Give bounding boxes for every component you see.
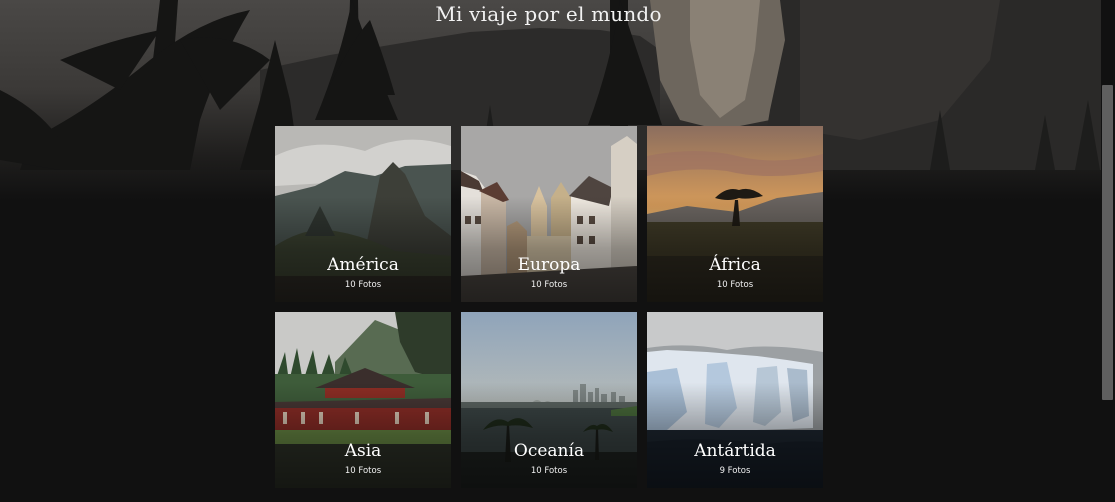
gallery-card-america[interactable]: América 10 Fotos [275,126,451,302]
card-title: Oceanía [513,441,585,461]
gallery-card-oceania[interactable]: Oceanía 10 Fotos [461,312,637,488]
card-photo-count: 10 Fotos [344,280,382,290]
gallery-card-asia[interactable]: Asia 10 Fotos [275,312,451,488]
card-photo-count: 10 Fotos [530,280,568,290]
card-title: Antártida [694,441,776,461]
card-title: América [327,255,399,275]
card-photo-count: 10 Fotos [530,466,568,476]
gallery-grid: América 10 Fotos Europa 10 Fotos África … [275,126,823,488]
card-title: Asia [344,441,382,461]
gallery-card-europa[interactable]: Europa 10 Fotos [461,126,637,302]
card-photo-count: 10 Fotos [716,280,754,290]
card-title: Europa [517,255,581,275]
card-photo-count: 10 Fotos [344,466,382,476]
page-title: Mi viaje por el mundo [435,2,662,26]
gallery-card-africa[interactable]: África 10 Fotos [647,126,823,302]
scrollbar-thumb[interactable] [1102,85,1113,400]
gallery-card-antartida[interactable]: Antártida 9 Fotos [647,312,823,488]
card-title: África [709,255,761,275]
card-photo-count: 9 Fotos [719,466,751,476]
